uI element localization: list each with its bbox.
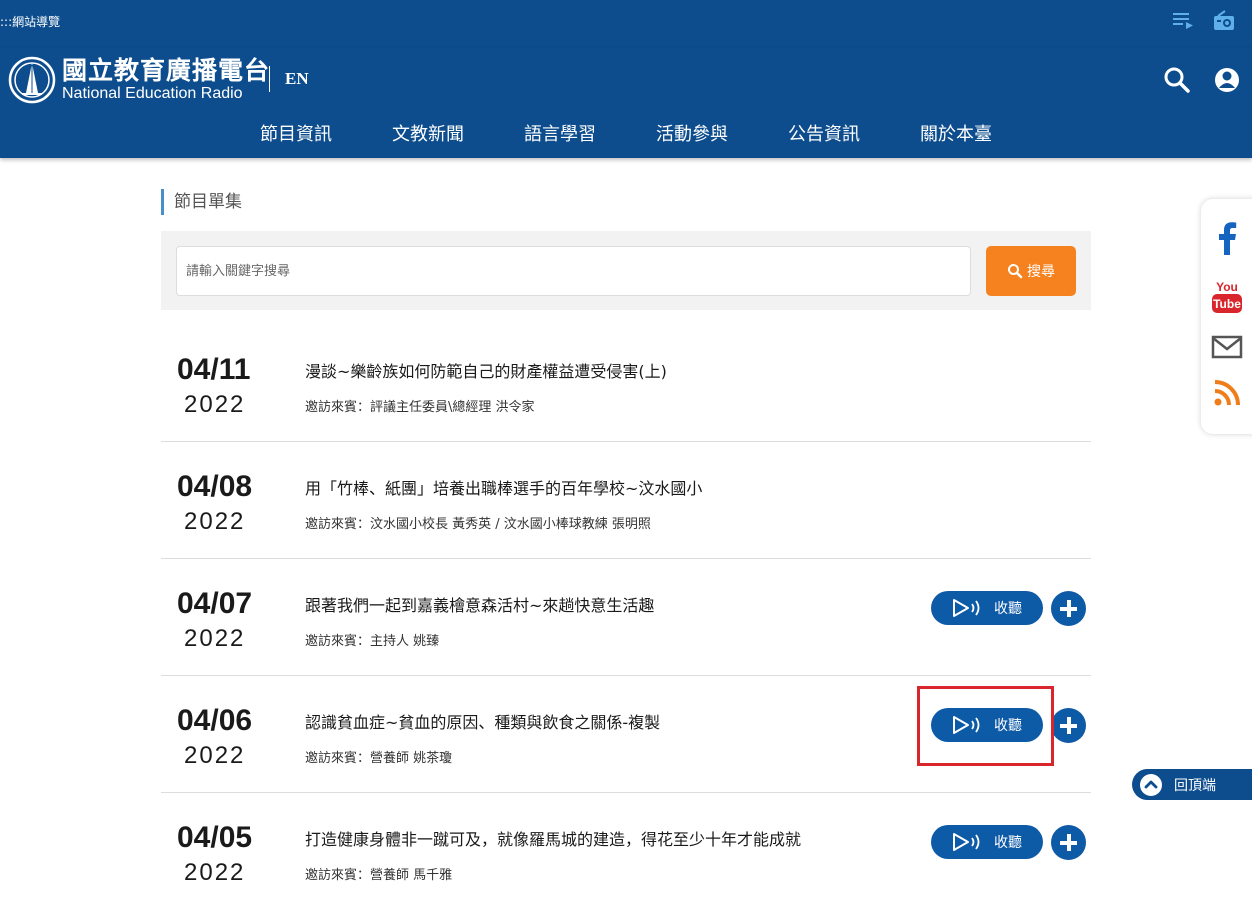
episode-year: 2022	[184, 742, 246, 769]
rss-icon[interactable]	[1213, 379, 1241, 411]
menu-item-language[interactable]: 語言學習	[524, 120, 596, 146]
listen-button[interactable]: 收聽	[931, 591, 1043, 625]
episode-date: 04/06	[177, 704, 253, 737]
site-header: 國立教育廣播電台 National Education Radio EN 節目資…	[0, 48, 1252, 158]
mail-icon[interactable]	[1211, 335, 1243, 363]
youtube-icon-text-top: You	[1216, 280, 1238, 294]
episode-date: 04/05	[177, 821, 253, 854]
episode-guest: 邀訪來賓：營養師 姚茶瓊	[305, 751, 453, 766]
play-audio-icon	[953, 833, 980, 851]
back-to-top-button[interactable]: 回頂端	[1132, 769, 1252, 800]
episode-year: 2022	[184, 508, 246, 535]
listen-button[interactable]: 收聽	[931, 825, 1043, 859]
episode-title[interactable]: 認識貧血症~貧血的原因、種類與飲食之關係-複製	[305, 709, 660, 733]
episode-title[interactable]: 漫談~樂齡族如何防範自己的財產權益遭受侵害(上)	[305, 358, 667, 382]
search-button[interactable]: 搜尋	[986, 246, 1076, 296]
menu-item-announcements[interactable]: 公告資訊	[788, 120, 860, 146]
user-icon[interactable]	[1214, 66, 1240, 98]
episode-title[interactable]: 用「竹棒、紙團」培養出職棒選手的百年學校~汶水國小	[305, 475, 702, 499]
logo-emblem-icon	[8, 56, 56, 104]
episode-row: 04/05 2022 打造健康身體非一蹴可及，就像羅馬城的建造，得花至少十年才能…	[161, 793, 1091, 910]
back-to-top-label: 回頂端	[1174, 777, 1216, 794]
playlist-icon[interactable]	[1172, 10, 1194, 34]
episode-row: 04/11 2022 漫談~樂齡族如何防範自己的財產權益遭受侵害(上) 邀訪來賓…	[161, 325, 1091, 442]
menu-item-about[interactable]: 關於本臺	[920, 120, 992, 146]
menu-item-news[interactable]: 文教新聞	[392, 120, 464, 146]
listen-button-label: 收聽	[994, 835, 1022, 851]
facebook-icon[interactable]	[1215, 221, 1239, 259]
episode-title[interactable]: 打造健康身體非一蹴可及，就像羅馬城的建造，得花至少十年才能成就	[305, 826, 801, 850]
episode-year: 2022	[184, 391, 246, 418]
highlight-box	[917, 686, 1054, 766]
episode-guest: 邀訪來賓：主持人 姚臻	[305, 634, 440, 649]
episode-date: 04/07	[177, 587, 253, 620]
episode-guest: 邀訪來賓：評議主任委員\總經理 洪令家	[305, 400, 535, 415]
episode-year: 2022	[184, 859, 246, 886]
search-icon[interactable]	[1164, 66, 1190, 98]
search-bar: 搜尋	[161, 231, 1091, 310]
menu-item-programs[interactable]: 節目資訊	[260, 120, 332, 146]
listen-button-label: 收聽	[994, 601, 1022, 617]
logo-chinese-name: 國立教育廣播電台	[62, 56, 271, 85]
radio-icon[interactable]	[1212, 10, 1236, 36]
site-logo[interactable]: 國立教育廣播電台 National Education Radio	[8, 56, 270, 104]
youtube-icon[interactable]: You Tube	[1211, 279, 1243, 319]
main-menu: 節目資訊 文教新聞 語言學習 活動參與 公告資訊 關於本臺	[0, 120, 1252, 146]
lang-divider	[269, 66, 270, 92]
search-input[interactable]	[176, 246, 971, 296]
add-to-playlist-button[interactable]	[1051, 825, 1086, 860]
logo-english-name: National Education Radio	[62, 85, 243, 102]
youtube-icon-text-bottom: Tube	[1213, 297, 1241, 311]
episode-year: 2022	[184, 625, 246, 652]
site-nav-link[interactable]: :::網站導覽	[0, 13, 60, 30]
add-to-playlist-button[interactable]	[1051, 591, 1086, 626]
social-sidebar: You Tube	[1201, 199, 1252, 434]
menu-item-activities[interactable]: 活動參與	[656, 120, 728, 146]
chevron-up-icon	[1140, 773, 1162, 796]
add-to-playlist-button[interactable]	[1051, 708, 1086, 743]
page-title: 節目單集	[161, 189, 242, 215]
episode-date: 04/11	[177, 353, 251, 386]
language-switch-en[interactable]: EN	[285, 69, 309, 89]
episode-guest: 邀訪來賓：汶水國小校長 黃秀英 / 汶水國小棒球教練 張明照	[305, 517, 651, 532]
search-button-icon	[1008, 264, 1023, 279]
play-audio-icon	[953, 599, 980, 617]
episode-guest: 邀訪來賓：營養師 馬千雅	[305, 868, 453, 883]
top-bar: :::網站導覽	[0, 0, 1252, 48]
episode-row: 04/07 2022 跟著我們一起到嘉義檜意森活村~來趟快意生活趣 邀訪來賓：主…	[161, 559, 1091, 676]
episode-title[interactable]: 跟著我們一起到嘉義檜意森活村~來趟快意生活趣	[305, 592, 654, 616]
episode-date: 04/08	[177, 470, 253, 503]
episode-row: 04/08 2022 用「竹棒、紙團」培養出職棒選手的百年學校~汶水國小 邀訪來…	[161, 442, 1091, 559]
search-button-label: 搜尋	[1027, 264, 1055, 280]
